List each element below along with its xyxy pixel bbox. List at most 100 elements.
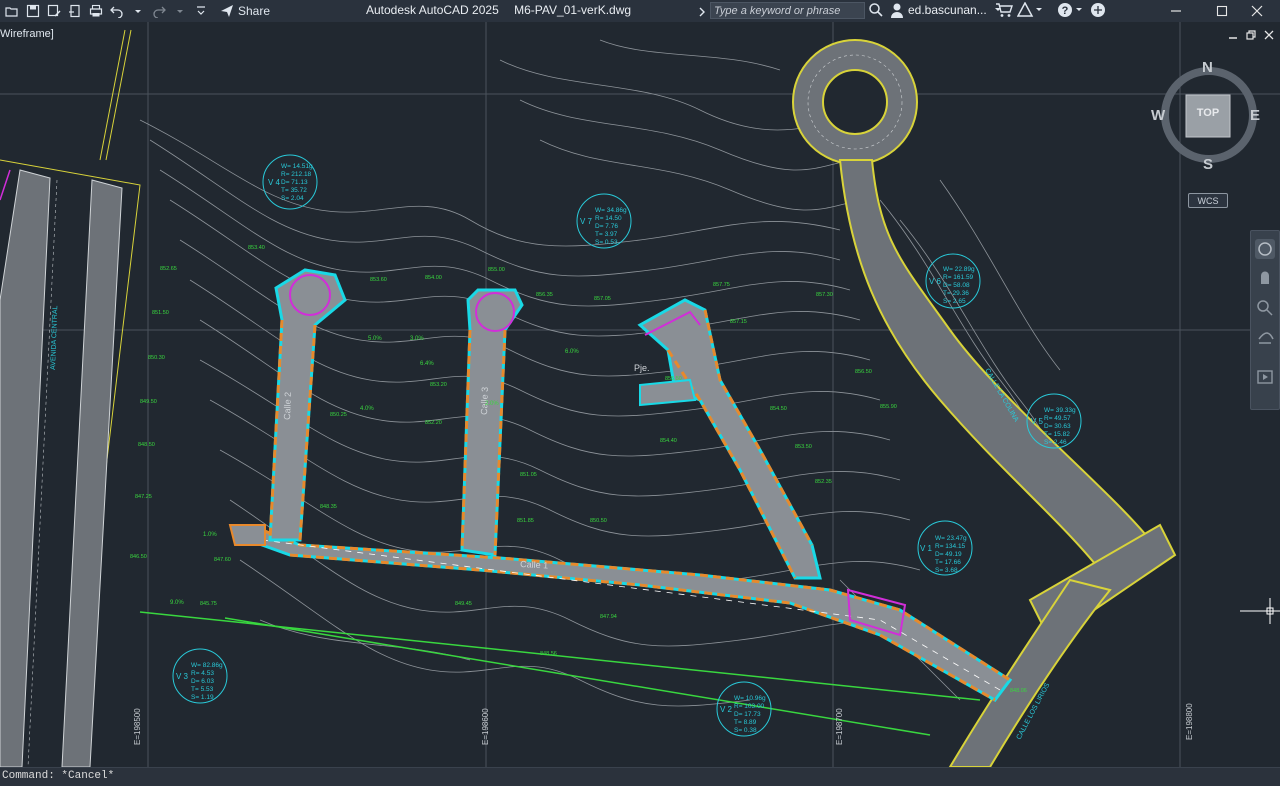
svg-text:T= 8.89: T= 8.89 bbox=[734, 719, 757, 726]
curve-v2: V 2 W= 10.96g R= 103.00 D= 17.73 T= 8.89… bbox=[716, 681, 772, 737]
viewcube[interactable]: TOP N S E W bbox=[1151, 59, 1262, 173]
share-button[interactable]: Share bbox=[220, 4, 270, 18]
orbit-icon[interactable] bbox=[1258, 332, 1274, 344]
viewport-minimize-icon[interactable] bbox=[1228, 30, 1238, 40]
svg-text:853.50: 853.50 bbox=[795, 444, 812, 450]
left-spur-road bbox=[228, 524, 266, 546]
undo-icon[interactable] bbox=[109, 3, 125, 19]
svg-text:857.05: 857.05 bbox=[594, 296, 611, 302]
svg-text:T= 3.97: T= 3.97 bbox=[595, 231, 618, 238]
curve-v1: V 1 W= 23.47g R= 134.15 D= 49.19 T= 17.6… bbox=[917, 520, 973, 576]
svg-text:3.0%: 3.0% bbox=[410, 336, 424, 342]
compass-east[interactable]: E bbox=[1250, 107, 1260, 124]
curve-v6: V 6 W= 22.89g R= 161.59 D= 58.08 T= 29.3… bbox=[925, 253, 981, 309]
minimize-button[interactable] bbox=[1153, 0, 1199, 22]
compass-north[interactable]: N bbox=[1202, 59, 1213, 76]
svg-text:6.0%: 6.0% bbox=[565, 349, 579, 355]
minimize-icon bbox=[1171, 10, 1181, 12]
svg-text:847.94: 847.94 bbox=[600, 614, 617, 620]
svg-text:5.0%: 5.0% bbox=[368, 336, 382, 342]
svg-text:849.50: 849.50 bbox=[140, 399, 157, 405]
drawing-viewport[interactable]: Calle 1 Calle 2 Calle 3 Pje. AVENIDA CEN… bbox=[0, 22, 1280, 767]
svg-text:856.35: 856.35 bbox=[536, 292, 553, 298]
search-icon[interactable] bbox=[868, 2, 884, 18]
svg-text:850.30: 850.30 bbox=[148, 355, 165, 361]
svg-text:S= 1.19: S= 1.19 bbox=[191, 694, 214, 701]
save-icon[interactable] bbox=[25, 3, 41, 19]
share-icon bbox=[221, 5, 233, 17]
customize-toolbar-icon[interactable] bbox=[193, 3, 209, 19]
undo-dropdown-icon[interactable] bbox=[130, 3, 146, 19]
svg-text:847.25: 847.25 bbox=[135, 494, 152, 500]
svg-text:V 1: V 1 bbox=[920, 544, 933, 553]
svg-text:850.25: 850.25 bbox=[330, 412, 347, 418]
svg-text:T= 35.72: T= 35.72 bbox=[281, 187, 307, 194]
viewport-restore-icon[interactable] bbox=[1246, 30, 1256, 40]
svg-text:851.85: 851.85 bbox=[517, 518, 534, 524]
open-icon[interactable] bbox=[4, 3, 20, 19]
svg-text:W= 22.89g: W= 22.89g bbox=[943, 266, 975, 273]
plot-icon[interactable] bbox=[88, 3, 104, 19]
search-expand-icon[interactable] bbox=[698, 5, 706, 23]
redo-dropdown-icon[interactable] bbox=[172, 3, 188, 19]
svg-text:T= 15.82: T= 15.82 bbox=[1044, 431, 1070, 438]
svg-text:R= 103.00: R= 103.00 bbox=[734, 703, 765, 710]
svg-text:R= 134.15: R= 134.15 bbox=[935, 543, 966, 550]
close-icon bbox=[1251, 5, 1263, 17]
search-box[interactable] bbox=[710, 2, 865, 19]
svg-text:852.65: 852.65 bbox=[160, 266, 177, 272]
command-text: Command: *Cancel* bbox=[2, 770, 115, 782]
file-name: M6-PAV_01-verK.dwg bbox=[514, 3, 632, 17]
compass-west[interactable]: W bbox=[1151, 107, 1165, 124]
svg-text:S= 3.68: S= 3.68 bbox=[935, 567, 958, 574]
search-input[interactable] bbox=[711, 3, 864, 18]
pan-icon[interactable] bbox=[1261, 271, 1269, 285]
help-icon[interactable]: ? bbox=[1057, 2, 1085, 18]
svg-text:S= 2.04: S= 2.04 bbox=[281, 195, 304, 202]
svg-text:853.20: 853.20 bbox=[430, 382, 447, 388]
curve-v3: V 3 W= 82.86g R= 4.53 D= 6.03 T= 5.53 S=… bbox=[172, 648, 228, 704]
svg-text:R= 161.59: R= 161.59 bbox=[943, 274, 974, 281]
calle-la-colina-road bbox=[792, 39, 1177, 767]
svg-text:V 3: V 3 bbox=[176, 672, 189, 681]
svg-text:?: ? bbox=[1062, 5, 1069, 17]
user-account[interactable]: ed.bascunan... bbox=[890, 2, 1003, 18]
calle-1-road bbox=[260, 527, 1013, 702]
svg-text:S= 2.65: S= 2.65 bbox=[943, 298, 966, 305]
svg-text:2.0%: 2.0% bbox=[485, 401, 499, 407]
label-calle-1: Calle 1 bbox=[520, 559, 549, 570]
svg-text:853.60: 853.60 bbox=[370, 277, 387, 283]
wcs-menu[interactable]: WCS bbox=[1188, 193, 1228, 208]
autodesk-app-icon[interactable] bbox=[1017, 2, 1043, 18]
viewport-close-icon[interactable] bbox=[1264, 30, 1274, 40]
svg-text:853.40: 853.40 bbox=[248, 245, 265, 251]
svg-text:848.06: 848.06 bbox=[1010, 688, 1027, 694]
svg-text:E=198800: E=198800 bbox=[1185, 703, 1194, 740]
viewport-controls bbox=[1228, 30, 1274, 40]
svg-text:W= 82.86g: W= 82.86g bbox=[191, 662, 223, 669]
navigation-bar bbox=[1250, 230, 1280, 410]
svg-text:W= 39.33g: W= 39.33g bbox=[1044, 407, 1076, 414]
publish-icon[interactable] bbox=[67, 3, 83, 19]
svg-text:R= 4.53: R= 4.53 bbox=[191, 670, 214, 677]
close-button[interactable] bbox=[1234, 0, 1280, 22]
maximize-icon bbox=[1216, 5, 1228, 17]
svg-text:848.56: 848.56 bbox=[540, 651, 557, 657]
cart-icon[interactable] bbox=[995, 2, 1013, 18]
svg-text:855.90: 855.90 bbox=[880, 404, 897, 410]
svg-text:R= 49.57: R= 49.57 bbox=[1044, 415, 1071, 422]
viewport-label[interactable]: Wireframe] bbox=[0, 28, 54, 40]
zoom-icon[interactable] bbox=[1257, 300, 1269, 312]
svg-text:D= 58.08: D= 58.08 bbox=[943, 282, 970, 289]
label-pje: Pje. bbox=[634, 363, 650, 373]
svg-text:S= 0.38: S= 0.38 bbox=[734, 727, 757, 734]
green-boundary bbox=[139, 611, 981, 736]
svg-text:V 4: V 4 bbox=[268, 178, 281, 187]
steering-wheel-icon[interactable] bbox=[1255, 239, 1275, 259]
user-icon bbox=[891, 3, 903, 18]
redo-icon[interactable] bbox=[151, 3, 167, 19]
command-line[interactable]: Command: *Cancel* bbox=[0, 767, 1280, 786]
compass-south[interactable]: S bbox=[1203, 156, 1213, 173]
save-as-icon[interactable] bbox=[46, 3, 62, 19]
assistant-icon[interactable] bbox=[1090, 2, 1106, 18]
